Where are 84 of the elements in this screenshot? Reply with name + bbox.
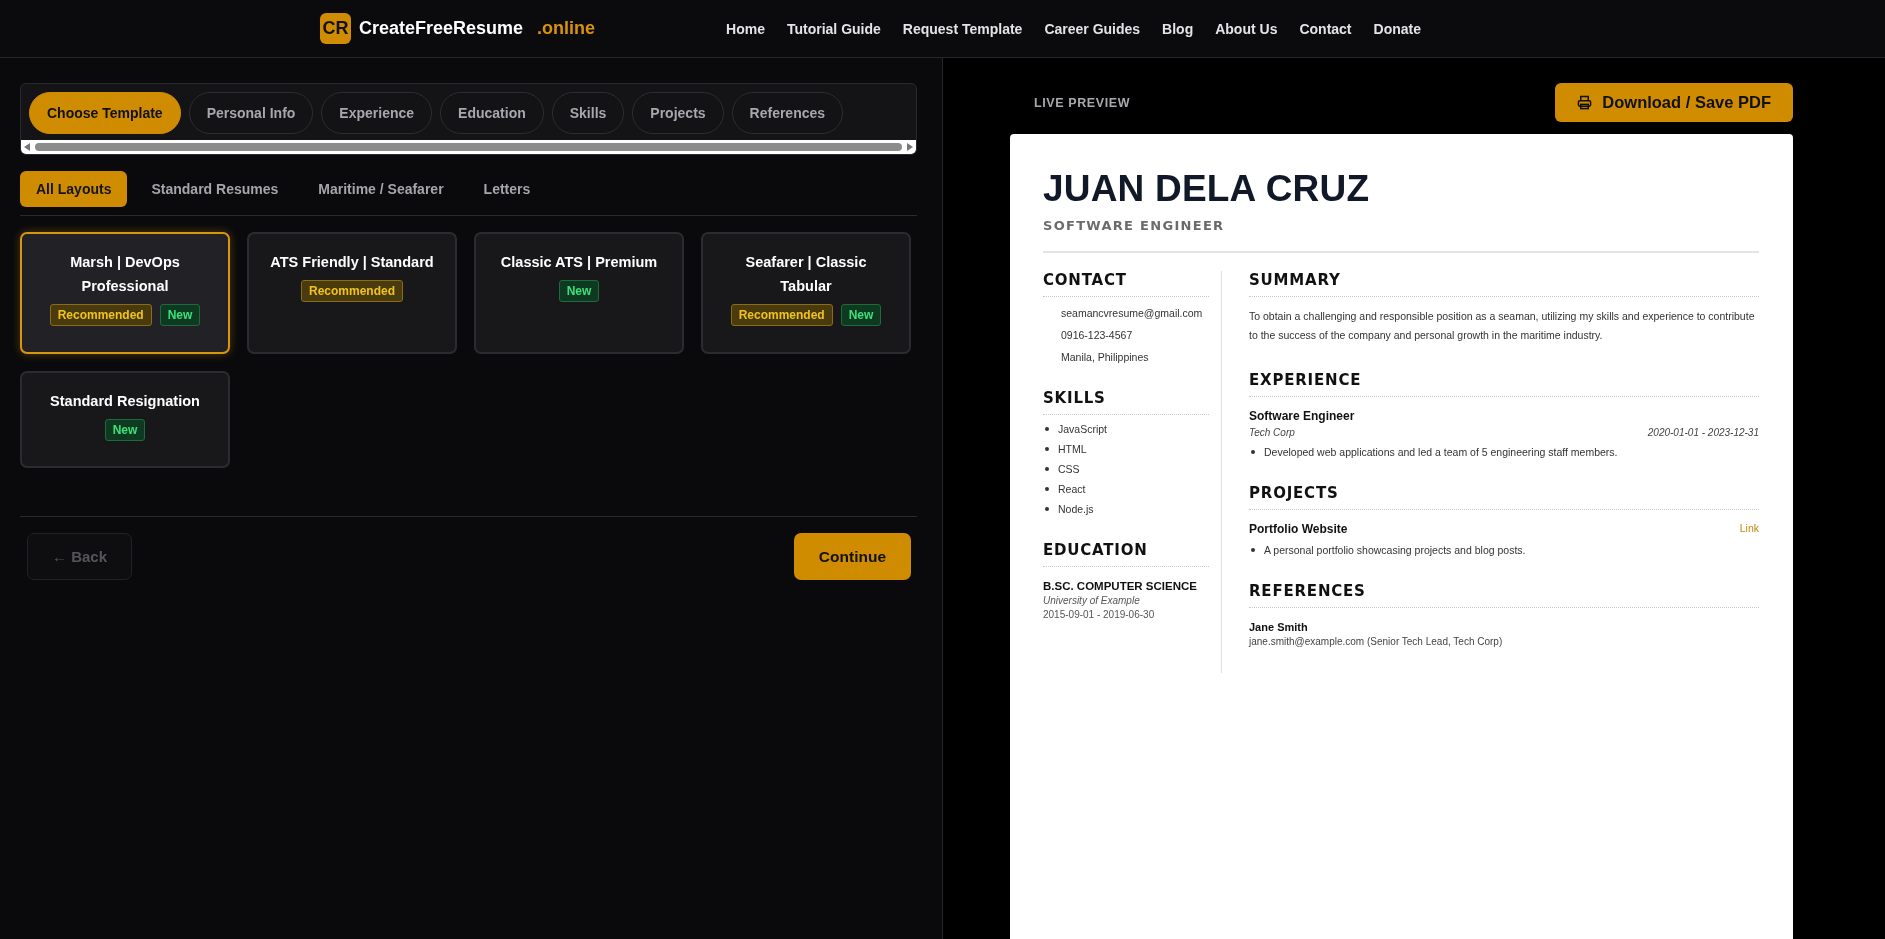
skill-item: JavaScript bbox=[1058, 423, 1108, 435]
scroll-right-icon[interactable] bbox=[906, 143, 913, 151]
filter-tab[interactable]: Maritime / Seafarer bbox=[302, 171, 460, 207]
template-card[interactable]: Seafarer | Classic Tabular Recommended New bbox=[701, 232, 911, 354]
skill-item: CSS bbox=[1058, 463, 1080, 475]
step-tab[interactable]: Personal Info bbox=[188, 92, 314, 134]
degree-name: B.SC. COMPUTER SCIENCE bbox=[1043, 580, 1198, 592]
nav-link[interactable]: Blog bbox=[1162, 20, 1194, 37]
resume-job-title: SOFTWARE ENGINEER bbox=[1043, 218, 1759, 253]
new-badge: New bbox=[840, 304, 882, 326]
nav-link[interactable]: Contact bbox=[1299, 20, 1352, 37]
new-badge: New bbox=[104, 419, 146, 441]
bullet-icon bbox=[1251, 548, 1255, 552]
nav-link[interactable]: Request Template bbox=[902, 20, 1023, 37]
contact-detail: seamancvresume@gmail.com bbox=[1061, 307, 1204, 319]
job-dates: 2020-01-01 - 2023-12-31 bbox=[1647, 427, 1759, 438]
template-name: Standard Resignation bbox=[50, 392, 200, 411]
nav-link[interactable]: Donate bbox=[1373, 20, 1421, 37]
school-name: University of Example bbox=[1043, 595, 1141, 606]
new-badge: New bbox=[159, 304, 201, 326]
section-heading: CONTACT bbox=[1043, 271, 1209, 297]
resume-name: JUAN DELA CRUZ bbox=[1043, 168, 1371, 210]
section-heading: SUMMARY bbox=[1249, 271, 1759, 297]
logo-suffix: .online bbox=[537, 18, 596, 39]
section-heading: REFERENCES bbox=[1249, 582, 1759, 608]
logo-text: CreateFreeResume bbox=[359, 18, 524, 39]
filter-tab[interactable]: Standard Resumes bbox=[135, 171, 295, 207]
section-heading: EDUCATION bbox=[1043, 541, 1209, 567]
job-role: Software Engineer bbox=[1249, 409, 1356, 423]
company-name: Tech Corp bbox=[1249, 427, 1295, 438]
bullet-icon bbox=[1045, 427, 1049, 431]
download-pdf-button[interactable]: Download / Save PDF bbox=[1555, 83, 1793, 122]
education-dates: 2015-09-01 - 2019-06-30 bbox=[1043, 609, 1156, 620]
step-tab[interactable]: Education bbox=[440, 92, 544, 134]
bullet-icon bbox=[1045, 447, 1049, 451]
template-name: Seafarer | Classic Tabular bbox=[744, 253, 868, 296]
section-heading: EXPERIENCE bbox=[1249, 371, 1759, 397]
scrollbar-thumb[interactable] bbox=[35, 143, 902, 151]
scroll-left-icon[interactable] bbox=[24, 143, 31, 151]
recommended-badge: Recommended bbox=[730, 304, 833, 326]
contact-detail: Manila, Philippines bbox=[1061, 351, 1150, 363]
step-tab[interactable]: Skills bbox=[551, 92, 625, 134]
bullet-icon bbox=[1251, 450, 1255, 454]
bullet-icon bbox=[1045, 507, 1049, 511]
template-name: ATS Friendly | Standard bbox=[270, 253, 434, 272]
reference-contact: jane.smith@example.com (Senior Tech Lead, Tech Corp) bbox=[1249, 636, 1504, 647]
live-preview-label: LIVE PREVIEW bbox=[1034, 95, 1131, 110]
site-logo[interactable]: CR CreateFreeResume .online bbox=[320, 13, 596, 44]
skill-item: HTML bbox=[1058, 443, 1087, 455]
template-card[interactable]: Standard Resignation New bbox=[20, 371, 230, 468]
continue-button[interactable]: Continue bbox=[793, 533, 911, 580]
filter-tab[interactable]: All Layouts bbox=[20, 171, 128, 207]
new-badge: New bbox=[558, 280, 600, 302]
nav-link[interactable]: About Us bbox=[1215, 20, 1278, 37]
contact-detail: 0916-123-4567 bbox=[1061, 329, 1134, 341]
bullet-icon bbox=[1045, 467, 1049, 471]
section-heading: SKILLS bbox=[1043, 389, 1209, 415]
horizontal-scrollbar[interactable] bbox=[21, 140, 916, 154]
filter-tab[interactable]: Letters bbox=[467, 171, 547, 207]
nav-link[interactable]: Tutorial Guide bbox=[786, 20, 881, 37]
template-name: Classic ATS | Premium bbox=[500, 253, 658, 272]
project-name: Portfolio Website bbox=[1249, 522, 1348, 536]
printer-icon bbox=[1577, 95, 1593, 110]
skill-item: Node.js bbox=[1058, 503, 1094, 515]
step-tab[interactable]: Choose Template bbox=[29, 92, 181, 134]
template-card[interactable]: Classic ATS | Premium New bbox=[474, 232, 684, 354]
recommended-badge: Recommended bbox=[49, 304, 152, 326]
template-card[interactable]: ATS Friendly | Standard Recommended bbox=[247, 232, 457, 354]
reference-name: Jane Smith bbox=[1249, 621, 1309, 633]
nav-link[interactable]: Career Guides bbox=[1044, 20, 1141, 37]
recommended-badge: Recommended bbox=[301, 280, 403, 302]
project-description: A personal portfolio showcasing projects and blog posts. bbox=[1264, 544, 1526, 556]
step-tab[interactable]: References bbox=[731, 92, 844, 134]
template-card[interactable]: Marsh | DevOps Professional Recommended New bbox=[20, 232, 230, 354]
bullet-icon bbox=[1045, 487, 1049, 491]
job-description: Developed web applications and led a team of 5 engineering staff members. bbox=[1264, 446, 1618, 458]
step-tab[interactable]: Experience bbox=[321, 92, 433, 134]
summary-text: To obtain a challenging and responsible position as a seaman, utilizing my skills and experience to contribute to the success of the company and personal growth in the maritime industry. bbox=[1249, 309, 1756, 343]
section-heading: PROJECTS bbox=[1249, 484, 1759, 510]
nav-link[interactable]: Home bbox=[726, 20, 765, 37]
template-name: Marsh | DevOps Professional bbox=[69, 253, 181, 296]
skill-item: React bbox=[1058, 483, 1086, 495]
step-tab[interactable]: Projects bbox=[632, 92, 724, 134]
logo-mark: CR bbox=[320, 13, 351, 44]
